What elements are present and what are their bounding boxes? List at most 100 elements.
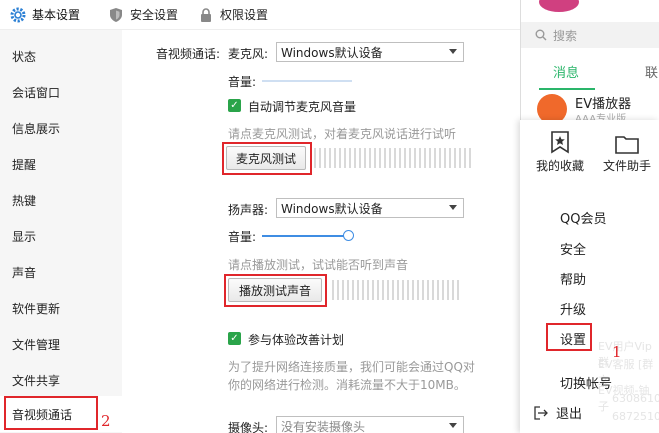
- meter-bar: [342, 280, 344, 300]
- sidebar-item-label: 声音: [12, 265, 37, 280]
- sidebar-item-label: 软件更新: [12, 301, 61, 316]
- meter-bar: [367, 280, 369, 300]
- my-favorites-button[interactable]: 我的收藏: [530, 130, 590, 174]
- sidebar-item-hotkey[interactable]: 热键: [0, 182, 122, 218]
- meter-bar: [372, 280, 374, 300]
- sidebar-item-label: 状态: [12, 49, 37, 64]
- sidebar-item-reminder[interactable]: 提醒: [0, 146, 122, 182]
- menu-item-vip[interactable]: QQ会员: [560, 208, 606, 227]
- speaker-hint: 请点播放测试，试试能否听到声音: [228, 258, 409, 272]
- meter-bar: [417, 280, 419, 300]
- meter-bar: [377, 280, 379, 300]
- meter-bar: [427, 280, 429, 300]
- meter-bar: [452, 280, 454, 300]
- menu-item-logout[interactable]: 退出: [534, 403, 582, 422]
- speaker-device-value: Windows默认设备: [281, 201, 383, 216]
- meter-bar: [379, 148, 381, 168]
- sidebar-item-file-sharing[interactable]: 文件共享: [0, 362, 122, 398]
- mic-device-select[interactable]: Windows默认设备: [276, 42, 464, 62]
- meter-bar: [344, 148, 346, 168]
- meter-bar: [459, 148, 461, 168]
- logout-icon: [534, 405, 548, 420]
- av-settings-panel: 音视频通话: 麦克风: Windows默认设备 音量: ✓ 自动调节麦克风音量 …: [122, 30, 520, 433]
- highlight-box-mic-test: [222, 142, 312, 175]
- sidebar-item-label: 信息展示: [12, 121, 61, 136]
- meter-bar: [454, 148, 456, 168]
- menu-item-switch-account[interactable]: 切换帐号: [560, 373, 612, 392]
- camera-device-value: 没有安装摄像头: [281, 419, 366, 433]
- sidebar-item-file-management[interactable]: 文件管理: [0, 326, 122, 362]
- sidebar-item-status[interactable]: 状态: [0, 38, 122, 74]
- sidebar-item-chat-window[interactable]: 会话窗口: [0, 74, 122, 110]
- sidebar-item-label: 热键: [12, 193, 37, 208]
- meter-bar: [432, 280, 434, 300]
- menu-item-upgrade[interactable]: 升级: [560, 299, 586, 318]
- meter-bar: [469, 148, 471, 168]
- meter-bar: [359, 148, 361, 168]
- tab-basic-settings[interactable]: 基本设置: [0, 0, 90, 30]
- mic-label: 麦克风:: [228, 47, 269, 61]
- sidebar-item-label: 会话窗口: [12, 85, 61, 100]
- active-tab-indicator: [539, 88, 595, 90]
- camera-device-select[interactable]: 没有安装摄像头: [276, 416, 464, 433]
- speaker-volume-handle[interactable]: [343, 230, 354, 241]
- tab-permission-settings[interactable]: 权限设置: [188, 0, 278, 30]
- sidebar-item-software-update[interactable]: 软件更新: [0, 290, 122, 326]
- meter-bar: [364, 148, 366, 168]
- meter-bar: [354, 148, 356, 168]
- menu-item-help[interactable]: 帮助: [560, 269, 586, 288]
- mic-volume-slider[interactable]: [262, 80, 352, 82]
- auto-adjust-checkbox[interactable]: ✓: [228, 99, 241, 112]
- meter-bar: [404, 148, 406, 168]
- list-item: 630861052: [612, 392, 659, 405]
- meter-bar: [464, 148, 466, 168]
- sidebar-item-label: 显示: [12, 229, 37, 244]
- sidebar-item-sound[interactable]: 声音: [0, 254, 122, 290]
- sidebar-item-display[interactable]: 显示: [0, 218, 122, 254]
- my-favorites-label: 我的收藏: [535, 159, 584, 173]
- experience-checkbox[interactable]: ✓: [228, 332, 241, 345]
- settings-top-tabs: 基本设置 安全设置 权限设置: [0, 0, 520, 30]
- menu-item-security[interactable]: 安全: [560, 239, 586, 258]
- meter-bar: [449, 148, 451, 168]
- bookmark-star-icon: [551, 131, 569, 154]
- tab-label: 安全设置: [130, 8, 179, 22]
- search-placeholder: 搜索: [553, 28, 578, 43]
- annotation-number-2: 2: [101, 412, 111, 430]
- tab-label: 权限设置: [220, 8, 269, 22]
- auto-adjust-label: 自动调节麦克风音量: [248, 100, 357, 114]
- speaker-volume-label: 音量:: [228, 230, 257, 244]
- shield-icon: [110, 7, 123, 22]
- meter-bar: [422, 280, 424, 300]
- highlight-box-av-call: [4, 396, 98, 430]
- meter-bar: [399, 148, 401, 168]
- experience-desc-line1: 为了提升网络连接质量，我们可能会通过QQ对: [228, 360, 475, 374]
- speaker-volume-slider[interactable]: [262, 235, 347, 237]
- sidebar-item-label: 提醒: [12, 157, 37, 172]
- qq-tabs: 消息 联: [521, 52, 659, 92]
- search-icon: [535, 29, 547, 41]
- chevron-down-icon: [449, 205, 457, 210]
- settings-sidebar: 状态 会话窗口 信息展示 提醒 热键 显示 声音 软件更新 文件管理 文件共享 …: [0, 30, 122, 433]
- chevron-down-icon: [449, 49, 457, 54]
- speaker-device-select[interactable]: Windows默认设备: [276, 198, 464, 218]
- meter-bar: [439, 148, 441, 168]
- sidebar-item-label: 文件管理: [12, 337, 61, 352]
- tab-contacts[interactable]: 联: [645, 62, 658, 81]
- qq-main-menu: EV用户Vip群 EV客服 [群文 EV视频-铀子 630861052 6872…: [520, 120, 659, 433]
- avatar[interactable]: [539, 0, 579, 12]
- sidebar-item-info-display[interactable]: 信息展示: [0, 110, 122, 146]
- mic-level-meter: [314, 148, 471, 168]
- mic-hint: 请点麦克风测试，对着麦克风说话进行试听: [228, 127, 457, 141]
- meter-bar: [357, 280, 359, 300]
- meter-bar: [339, 148, 341, 168]
- camera-label: 摄像头:: [228, 421, 269, 433]
- meter-bar: [389, 148, 391, 168]
- search-box[interactable]: 搜索: [521, 22, 659, 48]
- tab-security-settings[interactable]: 安全设置: [98, 0, 188, 30]
- chevron-down-icon: [449, 423, 457, 428]
- file-helper-button[interactable]: 文件助手: [596, 134, 658, 174]
- meter-bar: [374, 148, 376, 168]
- meter-bar: [369, 148, 371, 168]
- tab-messages[interactable]: 消息: [553, 62, 579, 81]
